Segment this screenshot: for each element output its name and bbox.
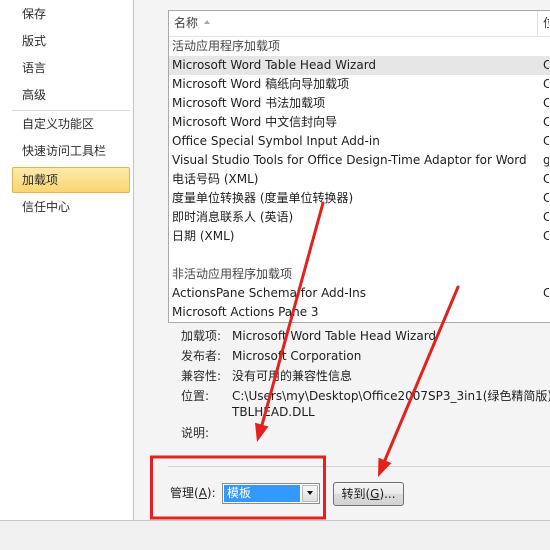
sidebar-item-trust-center[interactable]: 信任中心: [12, 194, 130, 221]
options-sidebar: 保存 版式 语言 高级 自定义功能区 快速访问工具栏 加载项 信任中心: [0, 0, 134, 520]
addin-name: Office Special Symbol Input Add-in: [172, 134, 380, 148]
addin-location: C: [543, 189, 549, 208]
addin-row[interactable]: Microsoft Word 稿纸向导加载项 C: [169, 75, 550, 94]
annotation-arrow-head: [378, 457, 392, 477]
manage-label-text: 管理(: [170, 486, 199, 500]
addin-row[interactable]: Office Special Symbol Input Add-in C: [169, 132, 550, 151]
sidebar-item-advanced[interactable]: 高级: [12, 82, 130, 109]
detail-label-publisher: 发布者:: [181, 349, 222, 363]
dropdown-arrow-icon[interactable]: [302, 485, 318, 502]
addin-row[interactable]: Microsoft Word Table Head Wizard C: [169, 56, 550, 75]
addin-name: Microsoft Word 稿纸向导加载项: [172, 77, 350, 91]
addin-row[interactable]: 日期 (XML) C: [169, 227, 550, 246]
addin-location: C: [543, 56, 549, 75]
addin-row[interactable]: 即时消息联系人 (英语) C: [169, 208, 550, 227]
manage-select-value: 模板: [224, 485, 300, 502]
manage-access-key: A: [198, 486, 207, 500]
detail-label-location: 位置:: [181, 389, 210, 403]
section-separator: [168, 466, 550, 467]
detail-label-description: 说明:: [181, 426, 210, 440]
addin-location: C: [543, 75, 549, 94]
dialog-footer: [0, 520, 550, 550]
go-button-text: 转到(: [341, 487, 371, 501]
detail-label-addin: 加载项:: [181, 329, 222, 343]
addin-location: C: [543, 113, 549, 132]
list-header: 名称 位: [169, 11, 550, 37]
addin-location: C: [543, 170, 549, 189]
go-button[interactable]: 转到(G)...: [333, 482, 404, 506]
addin-location: C: [543, 94, 549, 113]
column-header-location[interactable]: 位: [543, 11, 549, 36]
sidebar-item-language[interactable]: 语言: [12, 55, 130, 82]
addin-location: C: [543, 227, 549, 246]
addin-row[interactable]: Visual Studio Tools for Office Design-Ti…: [169, 151, 550, 170]
addin-row[interactable]: Microsoft Actions Pane 3: [169, 303, 550, 322]
addin-row[interactable]: Microsoft Word 中文信封向导 C: [169, 113, 550, 132]
addin-location: C: [543, 284, 549, 303]
addins-list[interactable]: 名称 位 活动应用程序加载项 Microsoft Word Table Head …: [168, 10, 550, 323]
group-header: 活动应用程序加载项: [172, 39, 281, 53]
addin-location: C: [543, 132, 549, 151]
addin-name: Microsoft Word 中文信封向导: [172, 115, 338, 129]
sort-ascending-icon: [204, 19, 211, 24]
manage-label: 管理(A):: [170, 485, 216, 501]
addin-row[interactable]: Microsoft Word 书法加载项 C: [169, 94, 550, 113]
column-header-name[interactable]: 名称: [174, 11, 211, 36]
addin-name: 度量单位转换器 (度量单位转换器): [172, 191, 354, 205]
addin-name: 电话号码 (XML): [172, 172, 259, 186]
detail-label-compatibility: 兼容性:: [181, 369, 222, 383]
sidebar-item-quick-access-toolbar[interactable]: 快速访问工具栏: [12, 138, 130, 165]
detail-value-location-line1: C:\Users\my\Desktop\Office2007SP3_3in1(绿…: [232, 389, 550, 403]
addin-row[interactable]: ActionsPane Schema for Add-Ins C: [169, 284, 550, 303]
group-header: 非活动应用程序加载项: [172, 267, 293, 281]
word-options-dialog: 保存 版式 语言 高级 自定义功能区 快速访问工具栏 加载项 信任中心 名称 位…: [0, 0, 550, 550]
detail-value-addin: Microsoft Word Table Head Wizard: [232, 329, 437, 343]
addin-name: ActionsPane Schema for Add-Ins: [172, 286, 367, 300]
addin-location: C: [543, 208, 549, 227]
addin-row[interactable]: 度量单位转换器 (度量单位转换器) C: [169, 189, 550, 208]
detail-value-compatibility: 没有可用的兼容性信息: [232, 369, 353, 383]
list-body: 活动应用程序加载项 Microsoft Word Table Head Wizar…: [169, 37, 550, 322]
annotation-arrow-head: [255, 422, 269, 442]
addin-name: Microsoft Word Table Head Wizard: [172, 58, 377, 72]
addin-name: Microsoft Actions Pane 3: [172, 305, 319, 319]
sidebar-item-save[interactable]: 保存: [12, 1, 130, 28]
addin-location: g: [543, 151, 549, 170]
detail-value-publisher: Microsoft Corporation: [232, 349, 362, 363]
column-header-name-label: 名称: [174, 16, 199, 30]
column-separator[interactable]: [537, 11, 538, 36]
go-button-ellipsis: )...: [379, 487, 396, 501]
addin-row[interactable]: 电话号码 (XML) C: [169, 170, 550, 189]
addin-name: 即时消息联系人 (英语): [172, 210, 294, 224]
manage-label-colon: ):: [206, 486, 216, 500]
detail-value-location-line2: TBLHEAD.DLL: [232, 405, 315, 419]
sidebar-item-addins[interactable]: 加载项: [12, 167, 130, 193]
manage-select[interactable]: 模板: [222, 483, 320, 504]
sidebar-item-customize-ribbon[interactable]: 自定义功能区: [12, 111, 130, 138]
sidebar-item-typography[interactable]: 版式: [12, 28, 130, 55]
addin-name: Microsoft Word 书法加载项: [172, 96, 326, 110]
addin-name: Visual Studio Tools for Office Design-Ti…: [172, 153, 527, 167]
addin-name: 日期 (XML): [172, 229, 235, 243]
